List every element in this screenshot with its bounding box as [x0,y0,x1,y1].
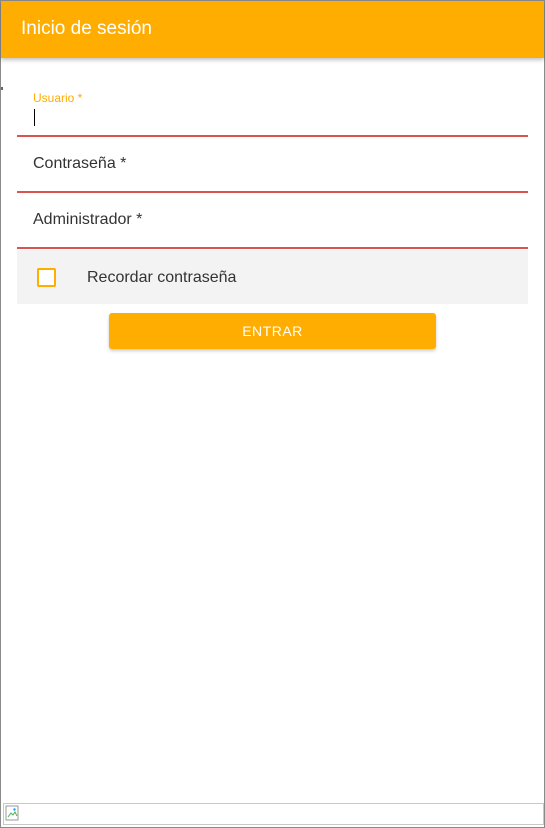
entrar-button[interactable]: ENTRAR [109,313,436,349]
app-bar: Inicio de sesión [1,1,544,58]
broken-image-icon [5,805,19,821]
administrador-label: Administrador * [33,211,143,228]
remember-row[interactable]: Recordar contraseña [17,250,528,304]
text-cursor [34,109,35,126]
contrasena-label: Contraseña * [33,155,127,172]
bottom-image-bar [3,803,544,825]
checkbox-unchecked-icon[interactable] [37,268,56,287]
remember-label: Recordar contraseña [87,269,237,286]
app-window: Inicio de sesión Usuario * Contraseña * … [0,0,545,828]
edge-marker [1,87,3,90]
usuario-field[interactable]: Usuario * [17,89,528,137]
page-title: Inicio de sesión [21,18,152,39]
contrasena-field[interactable]: Contraseña * [17,138,528,193]
usuario-label: Usuario * [33,91,83,105]
administrador-field[interactable]: Administrador * [17,193,528,249]
